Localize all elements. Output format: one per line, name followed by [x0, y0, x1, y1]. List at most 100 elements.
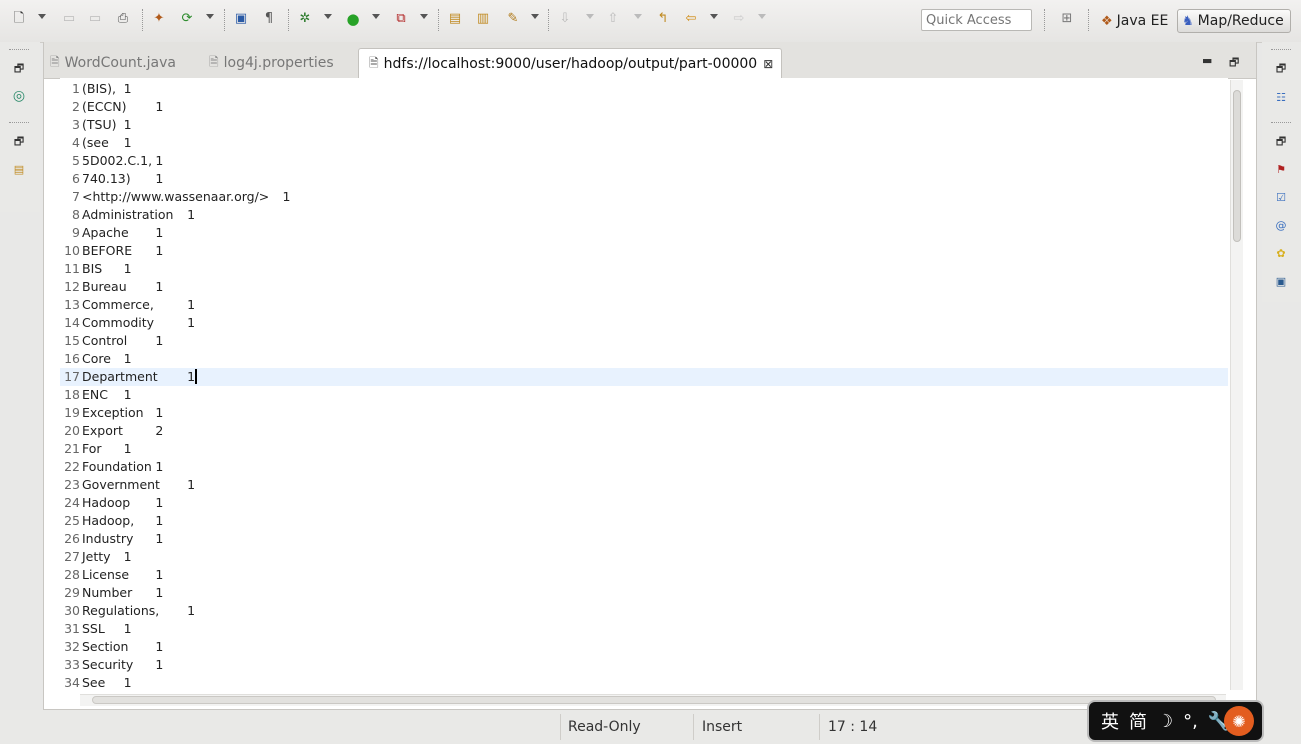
- tab-wordcount-java[interactable]: 🗎 WordCount.java: [50, 48, 176, 78]
- restore-icon[interactable]: 🗗: [1272, 133, 1290, 151]
- previous-annotation-dropdown-arrow[interactable]: [634, 14, 642, 19]
- wand-icon[interactable]: ✎: [504, 10, 522, 28]
- debug-dropdown-arrow[interactable]: [324, 14, 332, 19]
- ime-punctuation-icon[interactable]: °,: [1183, 711, 1198, 732]
- editor-line[interactable]: 26 Industry 1: [60, 530, 1228, 548]
- editor-line[interactable]: 17 Department 1: [60, 368, 1228, 386]
- next-annotation-dropdown-arrow[interactable]: [586, 14, 594, 19]
- open-type-icon[interactable]: ▤: [446, 10, 464, 28]
- editor-line[interactable]: 9 Apache 1: [60, 224, 1228, 242]
- editor-line[interactable]: 4 (see 1: [60, 134, 1228, 152]
- editor-line[interactable]: 14 Commodity 1: [60, 314, 1228, 332]
- close-tab-icon[interactable]: ⊠: [763, 57, 773, 71]
- back-dropdown-arrow[interactable]: [710, 14, 718, 19]
- wand-dropdown-arrow[interactable]: [531, 14, 539, 19]
- back-icon[interactable]: ⇦: [682, 10, 700, 28]
- forward-icon[interactable]: ⇨: [730, 10, 748, 28]
- restore-icon[interactable]: 🗗: [1272, 60, 1290, 78]
- editor-line[interactable]: 33 Security 1: [60, 656, 1228, 674]
- tab-hdfs-part-00000[interactable]: 🗎 hdfs://localhost:9000/user/hadoop/outp…: [358, 48, 783, 79]
- restore-icon[interactable]: 🗗: [10, 133, 28, 151]
- ime-moon-icon[interactable]: ☽: [1157, 711, 1173, 732]
- run-external-tool-icon[interactable]: ⧉: [392, 10, 410, 28]
- tasks-icon[interactable]: ☑: [1272, 188, 1290, 206]
- javadoc-icon[interactable]: @: [1272, 216, 1290, 234]
- maximize-icon[interactable]: 🗗: [1229, 54, 1239, 73]
- editor-line[interactable]: 34 See 1: [60, 674, 1228, 692]
- editor-line[interactable]: 31 SSL 1: [60, 620, 1228, 638]
- run-dropdown-arrow[interactable]: [372, 14, 380, 19]
- toggle-mark-occurrences-icon[interactable]: ▣: [232, 10, 250, 28]
- editor-line[interactable]: 25 Hadoop, 1: [60, 512, 1228, 530]
- editor-line[interactable]: 2 (ECCN) 1: [60, 98, 1228, 116]
- editor-line[interactable]: 19 Exception 1: [60, 404, 1228, 422]
- open-perspective-icon[interactable]: ⊞: [1058, 10, 1076, 28]
- new-server-icon[interactable]: ✦: [150, 10, 168, 28]
- ubuntu-logo-icon[interactable]: ✺: [1224, 706, 1254, 736]
- editor-line[interactable]: 28 License 1: [60, 566, 1228, 584]
- editor-line[interactable]: 21 For 1: [60, 440, 1228, 458]
- editor-line[interactable]: 30 Regulations, 1: [60, 602, 1228, 620]
- save-all-icon[interactable]: ▭: [86, 10, 104, 28]
- quick-access-input[interactable]: [921, 9, 1032, 31]
- ime-simplified-label[interactable]: 简: [1129, 708, 1147, 734]
- editor-line[interactable]: 15 Control 1: [60, 332, 1228, 350]
- outline-icon[interactable]: ☷: [1272, 88, 1290, 106]
- input-method-panel[interactable]: 英 简 ☽ °, 🔧 ✺: [1087, 700, 1264, 742]
- editor-line[interactable]: 6 740.13) 1: [60, 170, 1228, 188]
- print-icon[interactable]: ⎙: [114, 10, 132, 28]
- editor-line[interactable]: 10 BEFORE 1: [60, 242, 1228, 260]
- editor-line[interactable]: 22 Foundation 1: [60, 458, 1228, 476]
- editor-line[interactable]: 7 <http://www.wassenaar.org/> 1: [60, 188, 1228, 206]
- editor-line[interactable]: 5 5D002.C.1, 1: [60, 152, 1228, 170]
- run-icon[interactable]: ●: [344, 10, 362, 28]
- editor-line[interactable]: 13 Commerce, 1: [60, 296, 1228, 314]
- refresh-icon[interactable]: ⟳: [178, 10, 196, 28]
- previous-annotation-icon[interactable]: ⇧: [604, 10, 622, 28]
- markers-icon[interactable]: ⚑: [1272, 160, 1290, 178]
- restore-icon[interactable]: 🗗: [10, 60, 28, 78]
- new-wizard-icon[interactable]: 🗋: [10, 10, 28, 28]
- editor-line[interactable]: 29 Number 1: [60, 584, 1228, 602]
- editor-line[interactable]: 20 Export 2: [60, 422, 1228, 440]
- editor-line[interactable]: 24 Hadoop 1: [60, 494, 1228, 512]
- forward-dropdown-arrow[interactable]: [758, 14, 766, 19]
- next-annotation-icon[interactable]: ⇩: [556, 10, 574, 28]
- line-number: 1: [72, 81, 80, 96]
- save-icon[interactable]: ▭: [60, 10, 78, 28]
- show-whitespace-icon[interactable]: ¶: [260, 10, 278, 28]
- tab-log4j-properties[interactable]: 🗎 log4j.properties: [209, 48, 334, 78]
- vertical-scrollbar[interactable]: [1230, 80, 1243, 690]
- editor-line[interactable]: 3 (TSU) 1: [60, 116, 1228, 134]
- editor-line[interactable]: 27 Jetty 1: [60, 548, 1228, 566]
- line-text: Export 2: [82, 423, 164, 438]
- ime-language-label[interactable]: 英: [1101, 708, 1119, 734]
- horizontal-scrollbar[interactable]: [80, 694, 1226, 706]
- horizontal-scroll-thumb[interactable]: [92, 696, 1216, 704]
- editor-line[interactable]: 12 Bureau 1: [60, 278, 1228, 296]
- vertical-scroll-thumb[interactable]: [1233, 90, 1241, 242]
- editor-line[interactable]: 16 Core 1: [60, 350, 1228, 368]
- editor-line[interactable]: 11 BIS 1: [60, 260, 1228, 278]
- map-reduce-icon[interactable]: ✿: [1272, 244, 1290, 262]
- refresh-dropdown-arrow[interactable]: [206, 14, 214, 19]
- package-explorer-icon[interactable]: ◎: [10, 87, 28, 105]
- editor-line[interactable]: 32 Section 1: [60, 638, 1228, 656]
- text-editor[interactable]: 1 (BIS), 1 2 (ECCN) 1 3 (TSU) 1 4 (see 1 5 5D002.…: [60, 78, 1228, 694]
- map-reduce-locations-icon[interactable]: ▤: [10, 160, 28, 178]
- external-tool-dropdown-arrow[interactable]: [420, 14, 428, 19]
- editor-line[interactable]: 1 (BIS), 1: [60, 80, 1228, 98]
- perspective-map-reduce[interactable]: ♞ Map/Reduce: [1177, 9, 1291, 33]
- editor-line[interactable]: 8 Administration 1: [60, 206, 1228, 224]
- open-folder-icon[interactable]: ▥: [474, 10, 492, 28]
- perspective-java-ee[interactable]: ❖ Java EE: [1097, 9, 1172, 33]
- console-icon[interactable]: ▣: [1272, 272, 1290, 290]
- editor-line[interactable]: 23 Government 1: [60, 476, 1228, 494]
- minimize-icon[interactable]: ▬: [1202, 54, 1212, 67]
- editor-line[interactable]: 18 ENC 1: [60, 386, 1228, 404]
- last-edit-location-icon[interactable]: ↰: [654, 10, 672, 28]
- line-text: Administration 1: [82, 207, 196, 222]
- tab-label: WordCount.java: [64, 55, 176, 71]
- new-dropdown-arrow[interactable]: [38, 14, 46, 19]
- debug-icon[interactable]: ✲: [296, 10, 314, 28]
